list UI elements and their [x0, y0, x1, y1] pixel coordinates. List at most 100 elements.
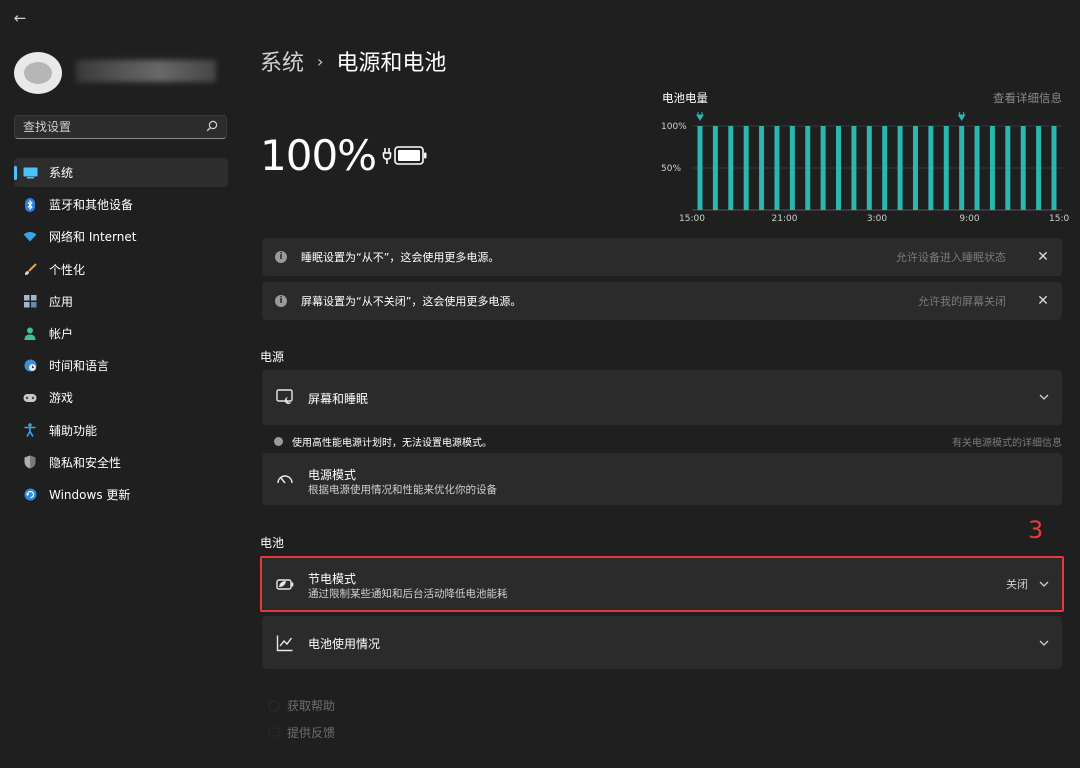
chart-bar — [774, 126, 780, 210]
info-icon: i — [275, 295, 287, 307]
sidebar-item-personalization[interactable]: 个性化 — [14, 255, 228, 284]
chart-bar — [759, 126, 765, 210]
sidebar-item-network[interactable]: 网络和 Internet — [14, 222, 228, 251]
screen-and-sleep-card[interactable]: 屏幕和睡眠 — [262, 370, 1062, 425]
person-icon — [22, 325, 38, 341]
sidebar-item-label: 网络和 Internet — [49, 230, 137, 245]
chart-bar — [974, 126, 980, 210]
breadcrumb: 系统 › 电源和电池 — [260, 45, 446, 77]
sidebar-item-windows-update[interactable]: Windows 更新 — [14, 480, 228, 509]
sidebar-item-label: 帐户 — [49, 326, 74, 341]
sidebar: 系统 蓝牙和其他设备 网络和 Internet 个性化 应用 — [0, 0, 240, 768]
chevron-down-icon[interactable] — [1038, 391, 1050, 403]
accessibility-icon — [22, 422, 38, 438]
chart-bar — [697, 126, 703, 210]
card-subtitle: 根据电源使用情况和性能来优化你的设备 — [308, 484, 497, 496]
chart-bar — [805, 126, 811, 210]
monitor-icon — [22, 165, 38, 181]
update-icon — [22, 486, 38, 502]
sidebar-item-accessibility[interactable]: 辅助功能 — [14, 416, 228, 445]
highlight-box — [260, 556, 1064, 612]
step-annotation-number: 3 — [1028, 516, 1044, 544]
feedback-icon — [268, 727, 280, 737]
chart-bar — [851, 126, 857, 210]
chart-bar — [836, 126, 842, 210]
charging-battery-icon — [382, 146, 427, 165]
chart-bar — [943, 126, 949, 210]
charging-marker-icon — [696, 112, 704, 121]
chart-bar — [712, 126, 718, 210]
sidebar-item-privacy[interactable]: 隐私和安全性 — [14, 448, 228, 477]
y-tick-label: 50% — [661, 164, 681, 174]
help-icon — [268, 700, 280, 712]
shield-icon — [22, 454, 38, 470]
sidebar-item-apps[interactable]: 应用 — [14, 287, 228, 316]
chart-title: 电池电量 — [662, 91, 708, 105]
x-tick-label: 3:00 — [867, 214, 887, 224]
chevron-down-icon[interactable] — [1038, 637, 1050, 649]
gauge-icon — [277, 475, 293, 484]
chart-bar — [882, 126, 888, 210]
sidebar-item-label: 蓝牙和其他设备 — [49, 198, 134, 213]
bluetooth-icon — [22, 197, 38, 213]
sidebar-item-label: 隐私和安全性 — [49, 455, 122, 470]
main-content: 系统 › 电源和电池 100% 电池电量 查看详细信息 100% 50% 15:00… — [260, 0, 1070, 768]
sidebar-item-label: 辅助功能 — [49, 423, 98, 438]
sidebar-item-system[interactable]: 系统 — [14, 158, 228, 187]
chart-bar — [1005, 126, 1011, 210]
feedback-link[interactable]: 提供反馈 — [287, 724, 335, 741]
view-details-link[interactable]: 查看详细信息 — [993, 90, 1062, 106]
chart-bar — [989, 126, 995, 210]
apps-icon — [22, 293, 38, 309]
brush-icon — [22, 261, 38, 277]
gamepad-icon — [22, 390, 38, 406]
profile-name-blurred — [76, 60, 216, 82]
close-icon[interactable]: ✕ — [1036, 250, 1050, 264]
search-icon[interactable] — [206, 120, 218, 132]
chart-bar — [1020, 126, 1026, 210]
sidebar-item-label: 应用 — [49, 294, 74, 309]
screen-sleep-icon — [276, 389, 293, 404]
power-mode-card: 电源模式 根据电源使用情况和性能来优化你的设备 — [262, 453, 1062, 505]
sidebar-item-label: 游戏 — [49, 391, 74, 406]
avatar — [14, 52, 62, 94]
search-input[interactable] — [23, 119, 203, 135]
chart-bar — [897, 126, 903, 210]
sidebar-item-label: Windows 更新 — [49, 487, 131, 502]
sidebar-item-accounts[interactable]: 帐户 — [14, 319, 228, 348]
section-heading-power: 电源 — [260, 350, 285, 364]
line-chart-icon — [276, 635, 293, 652]
allow-screen-off-link[interactable]: 允许我的屏幕关闭 — [918, 293, 1006, 309]
info-icon: i — [275, 251, 287, 263]
info-icon — [274, 436, 283, 446]
sidebar-item-time-language[interactable]: 时间和语言 — [14, 351, 228, 380]
breadcrumb-separator: › — [317, 51, 324, 71]
sidebar-item-label: 系统 — [49, 166, 74, 180]
search-box[interactable] — [14, 115, 227, 139]
battery-percentage: 100% — [260, 131, 377, 180]
chart-bar — [928, 126, 934, 210]
battery-usage-card[interactable]: 电池使用情况 — [262, 616, 1062, 669]
close-icon[interactable]: ✕ — [1036, 294, 1050, 308]
chart-bar — [1051, 126, 1057, 210]
x-tick-label: 9:00 — [959, 214, 979, 224]
screen-notice: i 屏幕设置为“从不关闭”，这会使用更多电源。 允许我的屏幕关闭 ✕ — [262, 282, 1062, 320]
sidebar-item-gaming[interactable]: 游戏 — [14, 383, 228, 412]
notice-message: 睡眠设置为“从不”，这会使用更多电源。 — [301, 251, 500, 264]
allow-sleep-link[interactable]: 允许设备进入睡眠状态 — [896, 249, 1006, 265]
card-title: 屏幕和睡眠 — [308, 392, 369, 406]
card-title: 电池使用情况 — [308, 637, 381, 651]
user-profile[interactable] — [14, 52, 234, 98]
get-help-link[interactable]: 获取帮助 — [287, 697, 335, 714]
chart-bar — [912, 126, 918, 210]
power-plan-note: 使用高性能电源计划时，无法设置电源模式。 有关电源模式的详细信息 — [274, 434, 1062, 449]
power-mode-info-link[interactable]: 有关电源模式的详细信息 — [952, 434, 1062, 449]
sidebar-item-label: 个性化 — [49, 262, 86, 277]
y-tick-label: 100% — [661, 122, 687, 132]
plan-note-text: 使用高性能电源计划时，无法设置电源模式。 — [292, 437, 492, 449]
sleep-notice: i 睡眠设置为“从不”，这会使用更多电源。 允许设备进入睡眠状态 ✕ — [262, 238, 1062, 276]
x-tick-label: 15:00 — [1049, 214, 1070, 224]
chart-plot: 100% 50% 15:00 21:00 3:00 9:00 15:00 — [661, 112, 1070, 224]
sidebar-item-bluetooth[interactable]: 蓝牙和其他设备 — [14, 190, 228, 219]
breadcrumb-parent[interactable]: 系统 — [260, 45, 304, 77]
